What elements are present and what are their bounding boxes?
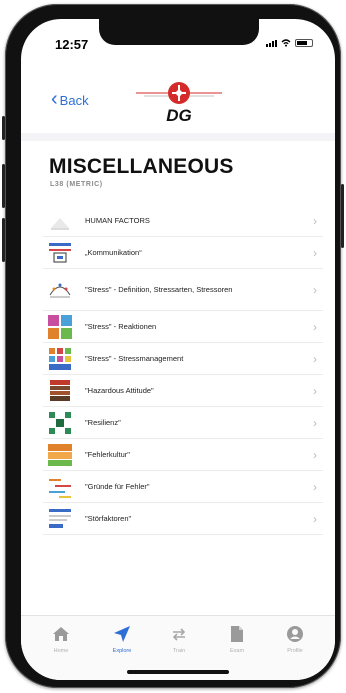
screen: 12:57 ‹ Back DG MISCELLANEOUS L38 (METRI… <box>21 19 335 680</box>
profile-icon <box>270 622 320 646</box>
chevron-right-icon: › <box>313 479 317 494</box>
volume-up-button <box>2 164 5 208</box>
topic-list: HUMAN FACTORS › „Kommunikation“ › "Stres… <box>43 205 323 535</box>
back-button[interactable]: ‹ Back <box>51 87 89 110</box>
back-label: Back <box>59 93 89 108</box>
fehlerkultur-thumbnail <box>47 442 73 468</box>
home-icon <box>36 622 86 646</box>
list-item-label: „Kommunikation“ <box>85 247 142 257</box>
tab-profile[interactable]: Profile <box>270 622 320 654</box>
tab-label: Home <box>53 648 69 654</box>
list-item-stress-reaktionen[interactable]: "Stress" - Reaktionen › <box>43 311 323 343</box>
list-item-label: "Fehlerkultur" <box>85 449 130 459</box>
paper-plane-icon <box>97 622 147 646</box>
chevron-right-icon: › <box>313 351 317 366</box>
notch <box>99 19 259 45</box>
status-time: 12:57 <box>55 37 89 52</box>
wifi-icon <box>281 39 291 47</box>
list-item-fehlerkultur[interactable]: "Fehlerkultur" › <box>43 439 323 471</box>
chevron-left-icon: ‹ <box>51 87 58 110</box>
list-item-label: "Resilienz" <box>85 417 121 427</box>
stressmanagement-thumbnail <box>47 346 73 372</box>
gruende-fuer-fehler-thumbnail <box>47 474 73 500</box>
list-item-label: "Stress" - Stressmanagement <box>85 353 184 363</box>
power-button <box>341 184 344 248</box>
page-subtitle: L38 (METRIC) <box>50 181 103 188</box>
list-item-hazardous-attitude[interactable]: "Hazardous Attitude" › <box>43 375 323 407</box>
human-factors-thumbnail <box>47 208 73 234</box>
hazardous-attitude-thumbnail <box>47 378 73 404</box>
navigation-bar: ‹ Back DG <box>21 65 335 129</box>
list-item-stress-definition[interactable]: "Stress" - Definition, Stressarten, Stre… <box>43 269 323 311</box>
list-item-resilienz[interactable]: "Resilienz" › <box>43 407 323 439</box>
page-title: MISCELLANEOUS <box>49 155 234 178</box>
chevron-right-icon: › <box>313 245 317 260</box>
list-item-gruende-fuer-fehler[interactable]: "Gründe für Fehler" › <box>43 471 323 503</box>
list-item-label: "Störfaktoren" <box>85 513 132 523</box>
stress-definition-thumbnail <box>47 277 73 303</box>
silent-switch <box>2 116 5 140</box>
dg-logo: DG <box>136 82 222 125</box>
list-item-stressmanagement[interactable]: "Stress" - Stressmanagement › <box>43 343 323 375</box>
repeat-icon <box>154 622 204 646</box>
kommunikation-thumbnail <box>47 240 73 266</box>
list-item-label: "Gründe für Fehler" <box>85 481 150 491</box>
list-item-kommunikation[interactable]: „Kommunikation“ › <box>43 237 323 269</box>
tab-label: Exam <box>229 648 245 654</box>
chevron-right-icon: › <box>313 282 317 297</box>
home-indicator <box>127 670 229 674</box>
status-icons <box>266 39 313 47</box>
phone-frame: 12:57 ‹ Back DG MISCELLANEOUS L38 (METRI… <box>2 4 344 688</box>
battery-icon <box>295 39 313 47</box>
chevron-right-icon: › <box>313 511 317 526</box>
tab-label: Train <box>172 648 186 654</box>
tab-bar: Home Explore Train Exam Profile <box>21 615 335 680</box>
list-item-label: "Hazardous Attitude" <box>85 385 154 395</box>
chevron-right-icon: › <box>313 383 317 398</box>
tab-home[interactable]: Home <box>36 622 86 654</box>
document-icon <box>212 622 262 646</box>
chevron-right-icon: › <box>313 415 317 430</box>
list-item-label: "Stress" - Definition, Stressarten, Stre… <box>85 284 233 294</box>
stress-reaktionen-thumbnail <box>47 314 73 340</box>
list-item-label: "Stress" - Reaktionen <box>85 321 157 331</box>
resilienz-thumbnail <box>47 410 73 436</box>
chevron-right-icon: › <box>313 447 317 462</box>
stoerfaktoren-thumbnail <box>47 506 73 532</box>
list-item-stoerfaktoren[interactable]: "Störfaktoren" › <box>43 503 323 535</box>
tab-exam[interactable]: Exam <box>212 622 262 654</box>
tab-label: Profile <box>287 648 303 654</box>
logo-text: DG <box>166 106 192 125</box>
chevron-right-icon: › <box>313 213 317 228</box>
list-item-label: HUMAN FACTORS <box>85 215 150 225</box>
tab-train[interactable]: Train <box>154 622 204 654</box>
volume-down-button <box>2 218 5 262</box>
signal-icon <box>266 39 277 47</box>
tab-explore[interactable]: Explore <box>97 622 147 654</box>
section-divider <box>21 133 335 141</box>
chevron-right-icon: › <box>313 319 317 334</box>
list-item-human-factors[interactable]: HUMAN FACTORS › <box>43 205 323 237</box>
tab-label: Explore <box>112 648 132 654</box>
